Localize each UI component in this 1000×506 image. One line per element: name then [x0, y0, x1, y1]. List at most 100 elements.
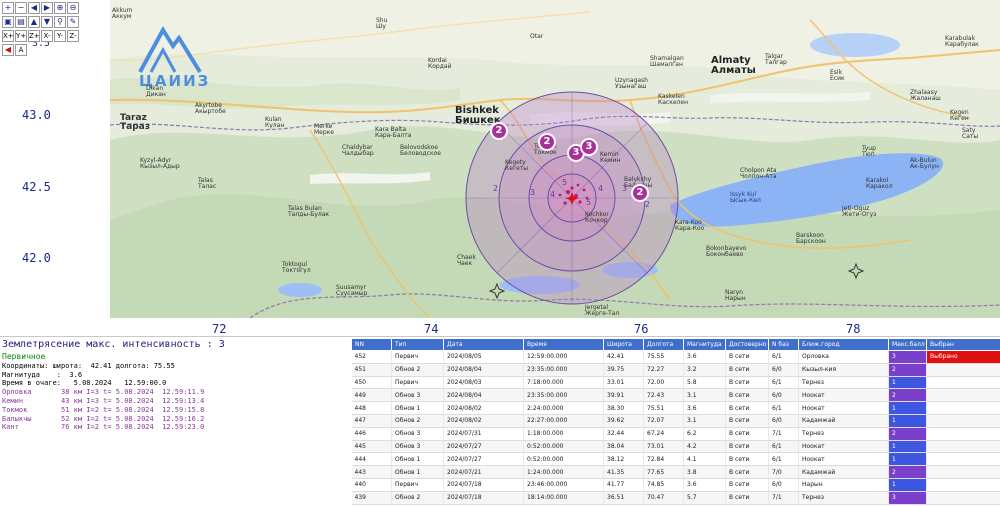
city-label-karabulak: Karabulak Карабулак [945, 35, 979, 48]
cell-latitude: 41.35 [603, 465, 644, 479]
column-header-type[interactable]: Тип [391, 338, 444, 351]
cell-magnitude: 4.2 [683, 440, 726, 454]
column-header-time[interactable]: Время [523, 338, 604, 351]
arrow-down-icon[interactable]: ▼ [41, 16, 53, 28]
cell-n-bases: 6/0 [768, 478, 799, 492]
cell-nn: 445 [351, 440, 392, 454]
column-header-reliability[interactable]: Достоверно [725, 338, 769, 351]
cell-selected [926, 376, 1000, 390]
column-header-n-bases[interactable]: N баз [768, 338, 799, 351]
cell-reliability: В сети [725, 478, 769, 492]
arrow-up-icon[interactable]: ▲ [28, 16, 40, 28]
y-plus-button[interactable]: Y+ [15, 30, 27, 42]
cell-type: Обнов 3 [391, 440, 444, 454]
cell-nearest-city: Кадамжай [798, 414, 889, 428]
info-magnitude: Магнитуда : 3.6 [2, 370, 83, 379]
cell-selected: Выбрано [926, 350, 1000, 364]
city-label-dikan: Dikan Дикан [146, 85, 166, 98]
cell-selected [926, 440, 1000, 454]
arrow-right-icon[interactable]: ▶ [41, 2, 53, 14]
cell-nn: 444 [351, 452, 392, 467]
text-tool-button[interactable]: A [15, 44, 27, 56]
y-minus-button[interactable]: Y- [54, 30, 66, 42]
column-header-nearest-city[interactable]: Ближ.город [798, 338, 889, 351]
zoom-out-icon[interactable]: ⊖ [67, 2, 79, 14]
table-row[interactable]: 446 Обнов 3 2024/07/31 1:18:00.000 32.44 67.2… [351, 427, 1000, 441]
city-label-chaek: Chaek Чаек [457, 254, 476, 267]
cell-nearest-city: Ноокат [798, 440, 889, 454]
cell-reliability: В сети [725, 376, 769, 390]
minus-icon[interactable]: − [15, 2, 27, 14]
earthquake-map[interactable]: ЦАИИЗ Bishkek Бишкек Almaty Алматы Taraz Та… [110, 0, 1000, 318]
zoom-in-icon[interactable]: ⊕ [54, 2, 66, 14]
cell-selected [926, 388, 1000, 403]
table-row[interactable]: 452 Первич 2024/08/05 12:59:00.000 42.41 75.5… [351, 350, 1000, 364]
table-row[interactable]: 449 Обнов 3 2024/08/04 23:35:00.000 39.91 72.… [351, 388, 1000, 403]
city-label-uzynagash: Uzynagash Узынагаш [615, 77, 648, 90]
x-plus-button[interactable]: X+ [2, 30, 14, 42]
table-row[interactable]: 444 Обнов 1 2024/07/27 0:52:00.000 38.12 72.8… [351, 452, 1000, 467]
cell-nn: 443 [351, 465, 392, 479]
table-row[interactable]: 440 Первич 2024/07/18 23:46:00.000 41.77 74.8… [351, 478, 1000, 492]
contour-label: 2 [493, 184, 499, 193]
lon-label-76: 76 [634, 322, 649, 336]
column-header-selected[interactable]: Выбран [926, 338, 1000, 351]
intensity-badge[interactable]: 2 [538, 133, 556, 151]
cell-selected [926, 401, 1000, 415]
cell-nn: 446 [351, 427, 392, 441]
cell-nn: 439 [351, 491, 392, 505]
info-title: Землетрясение макс. интенсивность : 3 [2, 339, 225, 350]
cell-date: 2024/08/04 [443, 388, 524, 403]
column-header-magnitude[interactable]: Магнитуда [683, 338, 726, 351]
cell-nearest-city: Нарын [798, 478, 889, 492]
table-row[interactable]: 445 Обнов 3 2024/07/27 0:52:00.000 38.04 73.0… [351, 440, 1000, 454]
cell-longitude: 72.00 [643, 376, 684, 390]
lon-label-74: 74 [424, 322, 439, 336]
column-header-longitude[interactable]: Долгота [643, 338, 684, 351]
info-time: Время в очаге: 5.08.2024 12.59:00.0 [2, 379, 167, 388]
edit-icon[interactable]: ✎ [67, 16, 79, 28]
lock-icon[interactable]: ▣ [2, 16, 14, 28]
cell-selected [926, 414, 1000, 428]
cell-nearest-city: Орловка [798, 350, 889, 364]
lat-label-42-0: 42.0 [22, 251, 51, 265]
cell-longitude: 72.43 [643, 388, 684, 403]
organization-logo: ЦАИИЗ [135, 22, 208, 92]
table-row[interactable]: 443 Обнов 1 2024/07/21 1:24:00.000 41.35 77.6… [351, 465, 1000, 479]
city-label-kegety: Kegety Кегеты [505, 159, 529, 172]
cell-nearest-city: Кызыл-кия [798, 363, 889, 377]
contour-label: 2 [645, 200, 651, 209]
cell-reliability: В сети [725, 440, 769, 454]
cell-longitude: 72.84 [643, 452, 684, 467]
cell-latitude: 38.04 [603, 440, 644, 454]
table-row[interactable]: 447 Обнов 2 2024/08/02 22:27:00.000 39.62 72.… [351, 414, 1000, 428]
cell-selected [926, 363, 1000, 377]
column-header-nn[interactable]: NN [351, 338, 392, 351]
table-row[interactable]: 451 Обнов 2 2024/08/04 23:35:00.000 39.75 72.… [351, 363, 1000, 377]
plus-icon[interactable]: + [2, 2, 14, 14]
column-header-latitude[interactable]: Широта [603, 338, 644, 351]
table-row[interactable]: 439 Обнов 2 2024/07/18 18:14:00.000 36.51 70.… [351, 491, 1000, 505]
arrow-left-icon[interactable]: ◀ [28, 2, 40, 14]
back-icon[interactable]: ◀ [2, 44, 14, 56]
cell-longitude: 77.65 [643, 465, 684, 479]
column-header-max-intensity[interactable]: Макс.балл [888, 338, 927, 351]
x-minus-button[interactable]: X- [41, 30, 53, 42]
table-row[interactable]: 448 Обнов 1 2024/08/02 2:24:00.000 38.30 75.5… [351, 401, 1000, 415]
column-header-date[interactable]: Дата [443, 338, 524, 351]
cell-longitude: 70.47 [643, 491, 684, 505]
city-label-talgar: Talgar Талгар [765, 53, 787, 66]
cell-magnitude: 5.7 [683, 491, 726, 505]
search-icon[interactable]: ⚲ [54, 16, 66, 28]
station-line: Балыкчы 52 км I=2 t= 5.08.2024 12.59:16.… [2, 414, 205, 423]
intensity-badge[interactable]: 2 [490, 122, 508, 140]
cell-type: Обнов 1 [391, 401, 444, 415]
cell-type: Первич [391, 376, 444, 390]
print-icon[interactable]: ▤ [15, 16, 27, 28]
z-minus-button[interactable]: Z- [67, 30, 79, 42]
z-plus-button[interactable]: Z+ [28, 30, 40, 42]
table-row[interactable]: 450 Первич 2024/08/03 7:18:00.000 33.01 72.00… [351, 376, 1000, 390]
intensity-badge[interactable]: 3 [580, 138, 598, 156]
station-line: Орловка 38 км I=3 t= 5.08.2024 12.59:11.… [2, 388, 205, 397]
cell-time: 1:18:00.000 [523, 427, 604, 441]
